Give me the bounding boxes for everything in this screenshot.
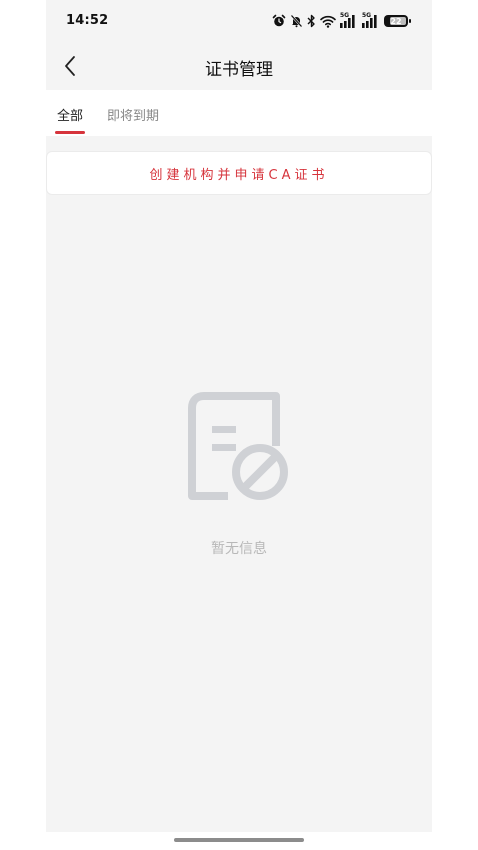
tab-all[interactable]: 全部 <box>57 105 83 124</box>
signal-type-label: 5G <box>362 12 372 19</box>
create-org-apply-ca-label: 创建机构并申请CA证书 <box>149 167 329 183</box>
signal-type-label: 5G <box>340 12 350 19</box>
battery-level: 22 <box>390 16 402 26</box>
status-bar: 14:52 5G 5G 22 <box>46 0 432 42</box>
tab-expiring-soon[interactable]: 即将到期 <box>107 105 159 124</box>
status-time: 14:52 <box>66 13 109 28</box>
home-indicator[interactable] <box>174 838 304 842</box>
status-icons: 5G 5G 22 <box>272 11 411 31</box>
page-title: 证书管理 <box>205 60 273 80</box>
wifi-icon <box>320 15 336 28</box>
battery-icon: 22 <box>384 15 411 27</box>
active-tab-indicator <box>55 131 85 134</box>
no-document-icon <box>186 392 292 504</box>
empty-state-message: 暂无信息 <box>211 541 267 557</box>
bluetooth-icon <box>307 14 316 28</box>
tab-bar: 全部 即将到期 <box>46 90 432 136</box>
alarm-icon <box>272 14 286 28</box>
signal-icon: 5G <box>340 12 358 28</box>
create-org-apply-ca-button[interactable]: 创建机构并申请CA证书 <box>46 151 432 195</box>
app-screen: 14:52 5G 5G 22 证书管理 全部 即将到期 创建机构并申请CA证书 … <box>46 0 432 832</box>
signal-icon: 5G <box>362 12 380 28</box>
bell-off-icon <box>290 14 303 28</box>
navigation-bar: 证书管理 <box>46 42 432 90</box>
